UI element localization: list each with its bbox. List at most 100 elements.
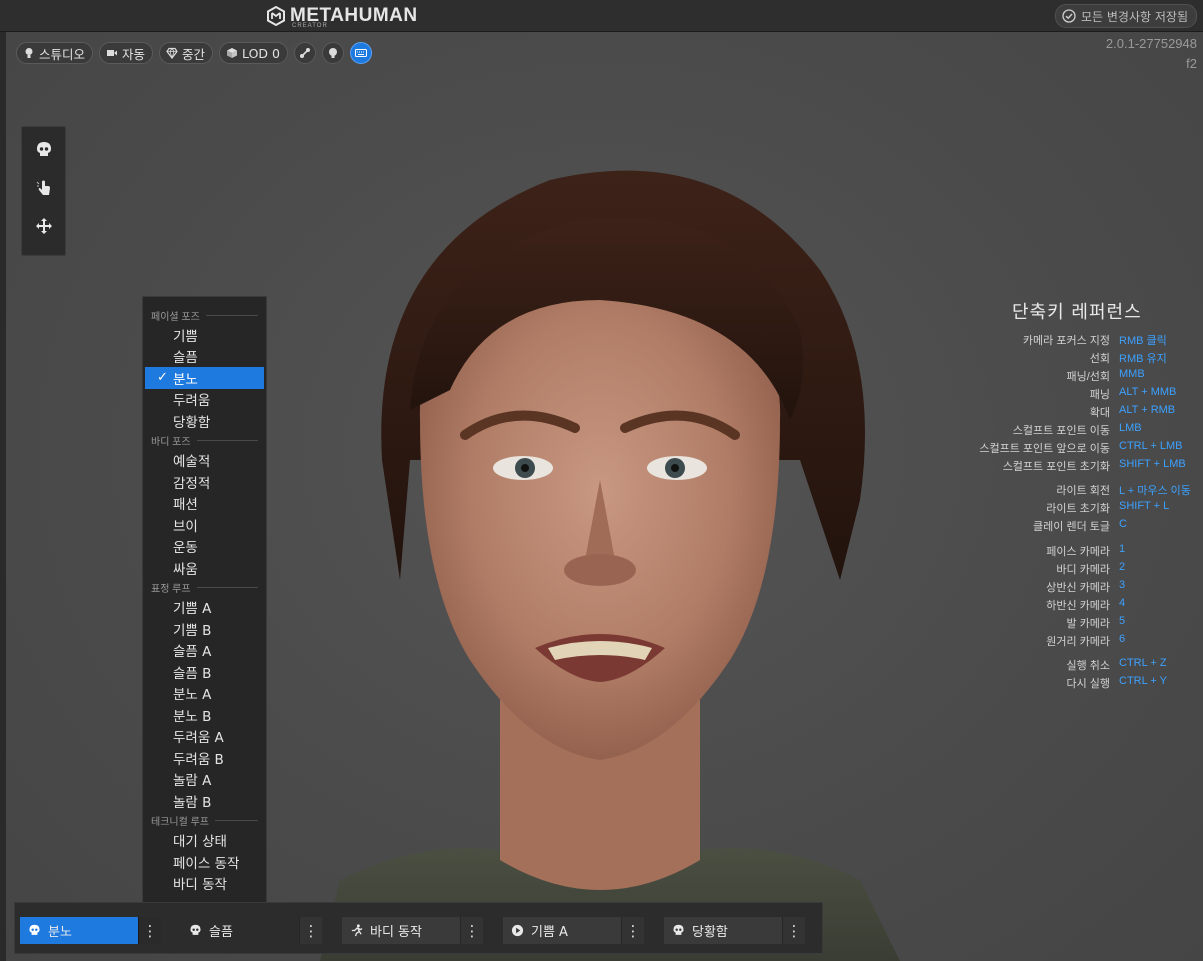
character-portrait [320, 170, 900, 961]
shortcut-row: 라이트 초기화 SHIFT + L [900, 500, 1200, 518]
more-options-icon[interactable]: ⋮ [460, 917, 483, 944]
menu-item-fear-a[interactable]: 두려움 A [143, 726, 266, 748]
tool-panel [21, 126, 66, 256]
shortcut-label: 스컬프트 포인트 앞으로 이동 [979, 443, 1110, 455]
shortcut-row: 라이트 회전 L + 마우스 이동 [900, 482, 1200, 500]
shortcut-label: 실행 취소 [1066, 660, 1110, 672]
menu-item-fear[interactable]: 두려움 [143, 389, 266, 411]
pose-slot-label: 기쁨 A [531, 925, 568, 940]
more-options-icon[interactable]: ⋮ [621, 917, 644, 944]
menu-item-anger-a[interactable]: 분노 A [143, 683, 266, 705]
menu-item-sadness-b[interactable]: 슬픔 B [143, 661, 266, 683]
version-suffix: f2 [1186, 56, 1197, 71]
shortcut-row: 페이스 카메라 1 [900, 543, 1200, 561]
more-options-icon[interactable]: ⋮ [299, 917, 322, 944]
menu-item-anger-b[interactable]: 분노 B [143, 704, 266, 726]
shortcut-row: 확대 ALT + RMB [900, 404, 1200, 422]
shortcut-key: 3 [1119, 579, 1126, 591]
lod-button[interactable]: LOD 0 [219, 42, 288, 64]
pose-slot-sadness[interactable]: 슬픔 ⋮ [181, 917, 322, 944]
shortcut-row: 카메라 포커스 지정 RMB 클릭 [900, 332, 1200, 350]
lighting-label: 스튜디오 [39, 46, 86, 62]
lightbulb-icon [25, 48, 33, 58]
shortcut-reference-title: 단축키 레퍼런스 [1012, 302, 1142, 323]
pose-slot-main[interactable]: 슬픔 [181, 917, 299, 944]
keyboard-shortcuts-button[interactable] [349, 42, 372, 64]
menu-item-fashion[interactable]: 패션 [143, 493, 266, 515]
shortcut-row: 패닝 ALT + MMB [900, 386, 1200, 404]
shortcut-key: RMB 클릭 [1119, 335, 1167, 347]
pose-slot-main[interactable]: 당황함 [664, 917, 782, 944]
head-icon [328, 48, 337, 58]
shortcut-label: 패닝/선회 [1066, 371, 1110, 383]
shortcut-label: 스컬프트 포인트 이동 [1012, 425, 1110, 437]
pose-slot-main[interactable]: 분노 [20, 917, 138, 944]
hand-cursor-icon[interactable] [35, 179, 53, 197]
video-camera-icon [107, 50, 118, 56]
menu-item-idle[interactable]: 대기 상태 [143, 830, 266, 852]
menu-item-sport[interactable]: 운동 [143, 536, 266, 558]
lighting-button[interactable]: 스튜디오 [16, 42, 94, 64]
running-icon [351, 924, 363, 937]
shortcut-row: 패닝/선회 MMB [900, 368, 1200, 386]
camera-button[interactable]: 자동 [99, 42, 154, 64]
quality-button[interactable]: 중간 [159, 42, 214, 64]
clay-render-button[interactable] [321, 42, 344, 64]
menu-item-fight[interactable]: 싸움 [143, 557, 266, 579]
pose-slot-joy-a[interactable]: 기쁨 A ⋮ [503, 917, 644, 944]
menu-item-joy[interactable]: 기쁨 [143, 324, 266, 346]
joints-toggle-button[interactable] [293, 42, 316, 64]
menu-item-artistic[interactable]: 예술적 [143, 450, 266, 472]
pose-slot-anger[interactable]: 분노 ⋮ [20, 917, 161, 944]
pose-slot-main[interactable]: 바디 동작 [342, 917, 460, 944]
shortcut-row: 실행 취소 CTRL + Z [900, 657, 1200, 675]
shortcut-label: 라이트 초기화 [1046, 503, 1110, 515]
shortcut-label: 라이트 회전 [1056, 485, 1110, 497]
skull-icon [29, 924, 40, 935]
shortcut-row: 상반신 카메라 3 [900, 579, 1200, 597]
metahuman-logo: METAHUMAN CREATOR [266, 4, 418, 29]
pose-slot-embarrassed[interactable]: 당황함 ⋮ [664, 917, 805, 944]
menu-item-body-motion[interactable]: 바디 동작 [143, 873, 266, 895]
menu-item-face-motion[interactable]: 페이스 동작 [143, 851, 266, 873]
version-info: 2.0.1-27752948 f2 [1106, 34, 1197, 74]
logo-subtext: CREATOR [292, 23, 328, 29]
menu-item-joy-b[interactable]: 기쁨 B [143, 618, 266, 640]
shortcut-row: 하반신 카메라 4 [900, 597, 1200, 615]
save-status-badge[interactable]: 모든 변경사항 저장됨 [1055, 4, 1197, 28]
menu-item-surprise-b[interactable]: 놀람 B [143, 790, 266, 812]
menu-item-surprise-a[interactable]: 놀람 A [143, 769, 266, 791]
skull-icon[interactable] [35, 141, 53, 159]
pose-slot-label: 슬픔 [209, 925, 233, 940]
shortcut-key: SHIFT + L [1119, 500, 1170, 512]
version-number: 2.0.1-27752948 [1105, 36, 1197, 51]
menu-item-sadness[interactable]: 슬픔 [143, 346, 266, 368]
pose-dropdown-menu: 페이셜 포즈 기쁨 슬픔 ✓ 분노 두려움 당황함 바디 포즈 예술적 감정적 패… [142, 296, 267, 915]
shortcut-key: 1 [1119, 543, 1126, 555]
menu-item-joy-a[interactable]: 기쁨 A [143, 597, 266, 619]
menu-item-sadness-a[interactable]: 슬픔 A [143, 640, 266, 662]
menu-section-expression-loop: 표정 루프 [143, 579, 266, 597]
shortcut-key: CTRL + Y [1119, 675, 1167, 687]
move-arrows-icon[interactable] [35, 217, 53, 235]
shortcut-row: 스컬프트 포인트 초기화 SHIFT + LMB [900, 458, 1200, 476]
shortcut-key: 2 [1119, 561, 1126, 573]
menu-item-anger[interactable]: ✓ 분노 [145, 367, 264, 389]
shortcut-label: 카메라 포커스 지정 [1022, 335, 1110, 347]
more-options-icon[interactable]: ⋮ [138, 917, 161, 944]
shortcut-row: 클레이 렌더 토글 C [900, 518, 1200, 536]
menu-section-facial-pose: 페이셜 포즈 [143, 306, 266, 324]
save-status-text: 모든 변경사항 저장됨 [1081, 9, 1188, 24]
menu-item-emotional[interactable]: 감정적 [143, 471, 266, 493]
menu-item-v-pose[interactable]: 브이 [143, 514, 266, 536]
menu-item-fear-b[interactable]: 두려움 B [143, 747, 266, 769]
more-options-icon[interactable]: ⋮ [782, 917, 805, 944]
pose-slot-main[interactable]: 기쁨 A [503, 917, 621, 944]
camera-label: 자동 [122, 46, 146, 62]
menu-item-embarrassed[interactable]: 당황함 [143, 410, 266, 432]
shortcut-label: 발 카메라 [1066, 618, 1110, 630]
pose-slot-label: 당황함 [692, 925, 728, 940]
play-icon [511, 924, 524, 937]
pose-slot-body-motion[interactable]: 바디 동작 ⋮ [342, 917, 483, 944]
shortcut-key: ALT + RMB [1119, 404, 1176, 416]
